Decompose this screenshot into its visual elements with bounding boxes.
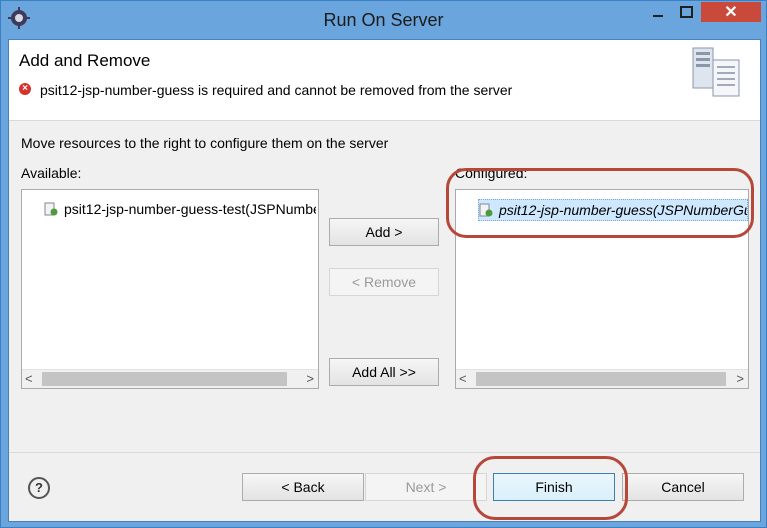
list-item-label: psit12-jsp-number-guess-test(JSPNumberGu… [64, 201, 316, 217]
list-item[interactable]: psit12-jsp-number-guess-test(JSPNumberGu… [44, 199, 316, 219]
horizontal-scrollbar[interactable]: < > [456, 369, 748, 388]
web-project-icon [479, 203, 493, 217]
minimize-button[interactable] [645, 2, 671, 22]
page-title: Add and Remove [19, 51, 151, 70]
back-button[interactable]: < Back [242, 473, 364, 501]
footer-divider [9, 452, 760, 453]
scroll-left-icon[interactable]: < [25, 371, 33, 386]
minimize-icon [653, 15, 663, 17]
error-message: psit12-jsp-number-guess is required and … [40, 82, 513, 98]
available-list[interactable]: psit12-jsp-number-guess-test(JSPNumberGu… [21, 189, 319, 389]
maximize-icon [679, 6, 693, 18]
scroll-right-icon[interactable]: > [736, 371, 744, 386]
configured-label: Configured: [455, 165, 528, 181]
remove-button[interactable]: < Remove [329, 268, 439, 296]
scroll-left-icon[interactable]: < [459, 371, 467, 386]
finish-button[interactable]: Finish [493, 473, 615, 501]
instruction-text: Move resources to the right to configure… [21, 135, 389, 151]
close-button[interactable]: ✕ [701, 2, 761, 22]
horizontal-scrollbar[interactable]: < > [22, 369, 318, 388]
scroll-thumb[interactable] [476, 372, 726, 386]
server-banner-icon [692, 47, 740, 97]
next-button[interactable]: Next > [365, 473, 487, 501]
add-button[interactable]: Add > [329, 218, 439, 246]
list-item[interactable]: psit12-jsp-number-guess(JSPNumberGuess) [478, 199, 748, 221]
error-icon: × [19, 83, 31, 95]
maximize-button[interactable] [673, 2, 699, 22]
configured-list[interactable]: psit12-jsp-number-guess(JSPNumberGuess) … [455, 189, 749, 389]
help-icon[interactable]: ? [28, 477, 50, 499]
web-project-icon [44, 202, 58, 216]
run-on-server-window: Run On Server ✕ Add and Remove × psit12-… [0, 0, 767, 528]
dialog-client-area: Add and Remove × psit12-jsp-number-guess… [8, 39, 761, 522]
scroll-right-icon[interactable]: > [306, 371, 314, 386]
close-icon: ✕ [724, 4, 738, 21]
title-bar[interactable]: Run On Server ✕ [1, 1, 766, 39]
cancel-button[interactable]: Cancel [622, 473, 744, 501]
wizard-header: Add and Remove × psit12-jsp-number-guess… [9, 40, 760, 121]
available-label: Available: [21, 165, 82, 181]
scroll-thumb[interactable] [42, 372, 287, 386]
add-all-button[interactable]: Add All >> [329, 358, 439, 386]
list-item-label: psit12-jsp-number-guess(JSPNumberGuess) [499, 202, 747, 218]
